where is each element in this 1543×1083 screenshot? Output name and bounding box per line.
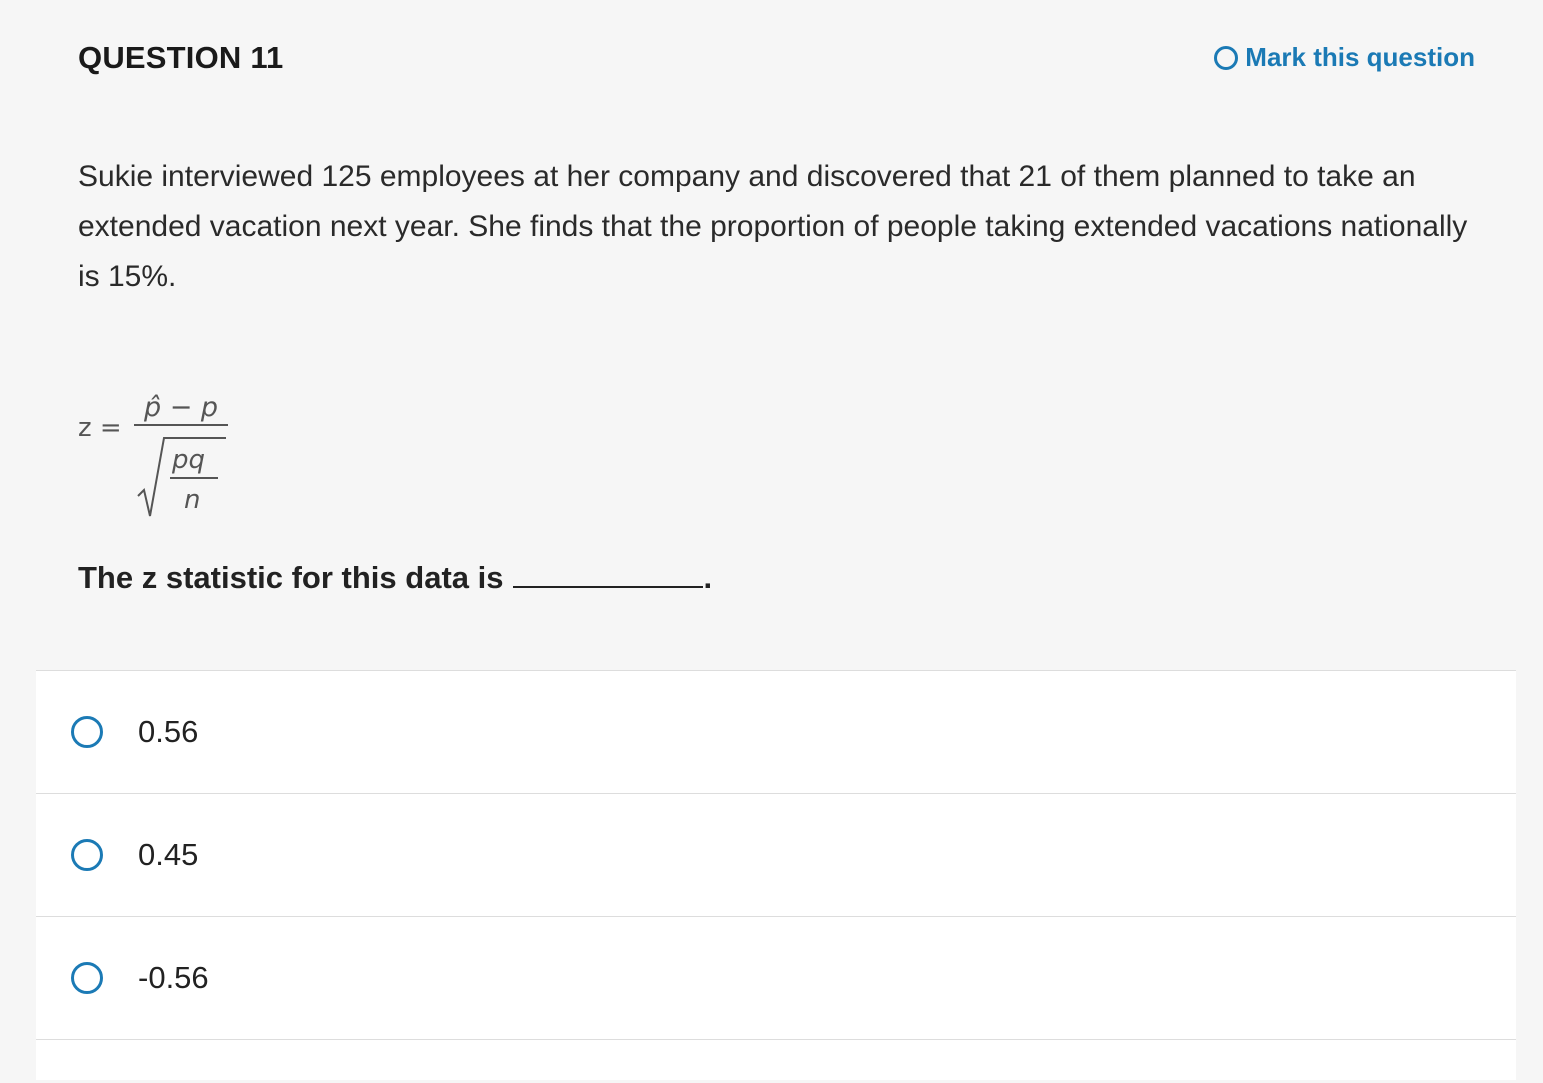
answer-options: 0.56 0.45 -0.56	[36, 670, 1516, 1080]
question-header: QUESTION 11 Mark this question	[78, 36, 1475, 84]
formula-lhs: z =	[78, 413, 122, 443]
radio-unchecked-icon[interactable]	[71, 962, 103, 994]
radio-unchecked-icon[interactable]	[71, 716, 103, 748]
z-formula-graphic: z = p̂ − p pq n	[78, 392, 228, 517]
answer-option[interactable]: 0.45	[36, 793, 1516, 916]
question-stem: The z statistic for this data is.	[78, 558, 712, 596]
question-prompt: Sukie interviewed 125 employees at her c…	[78, 160, 1468, 293]
answer-option-label: 0.56	[138, 714, 199, 749]
mark-question-button[interactable]: Mark this question	[1214, 42, 1475, 73]
stem-text: The z statistic for this data is	[78, 560, 504, 595]
formula-inner-denominator: n	[184, 485, 200, 515]
formula-inner-numerator: pq	[171, 445, 205, 475]
answer-blank	[513, 558, 704, 588]
stem-period: .	[703, 560, 713, 595]
answer-option-label: -0.56	[138, 960, 209, 995]
answer-option-partial	[36, 1039, 1516, 1080]
z-formula: z = p̂ − p pq n	[78, 382, 248, 522]
radio-unchecked-icon[interactable]	[71, 839, 103, 871]
answer-option[interactable]: -0.56	[36, 916, 1516, 1039]
circle-outline-icon	[1214, 45, 1239, 70]
answer-option[interactable]: 0.56	[36, 670, 1516, 793]
answer-option-label: 0.45	[138, 837, 199, 872]
question-title: QUESTION 11	[78, 40, 284, 75]
mark-question-label: Mark this question	[1245, 42, 1475, 72]
formula-numerator: p̂ − p	[143, 392, 218, 423]
